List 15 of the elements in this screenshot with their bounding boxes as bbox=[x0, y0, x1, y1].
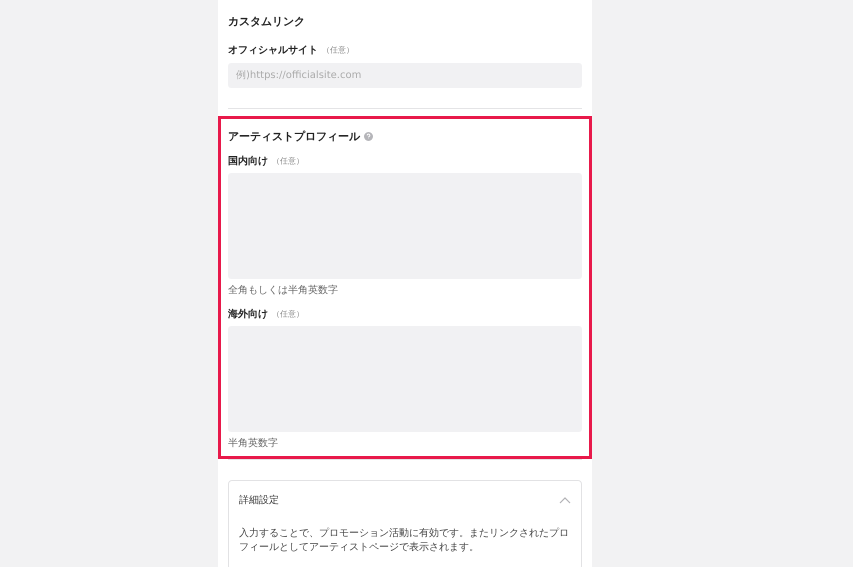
optional-tag: （任意） bbox=[272, 155, 304, 167]
help-icon[interactable] bbox=[364, 132, 373, 141]
field-label: 海外向け bbox=[228, 308, 268, 321]
input-hint: 全角もしくは半角英数字 bbox=[228, 284, 339, 297]
card-title: 詳細設定 bbox=[239, 494, 279, 507]
section-title: アーティストプロフィール bbox=[228, 129, 360, 144]
section-title: カスタムリンク bbox=[228, 14, 306, 29]
optional-tag: （任意） bbox=[272, 308, 304, 320]
url-input-field[interactable]: 例)https://officialsite.com bbox=[228, 63, 582, 88]
optional-tag: （任意） bbox=[322, 44, 354, 56]
field-label: 国内向け bbox=[228, 154, 268, 168]
description-text: 入力することで、プロモーション活動に有効です。またリンクされたプロフィールとしてアーティストページで表示されます。 bbox=[239, 527, 570, 555]
field-label: オフィシャルサイト bbox=[228, 44, 318, 57]
chevron-icon[interactable] bbox=[559, 496, 571, 504]
input-hint: 半角英数字 bbox=[228, 436, 279, 450]
